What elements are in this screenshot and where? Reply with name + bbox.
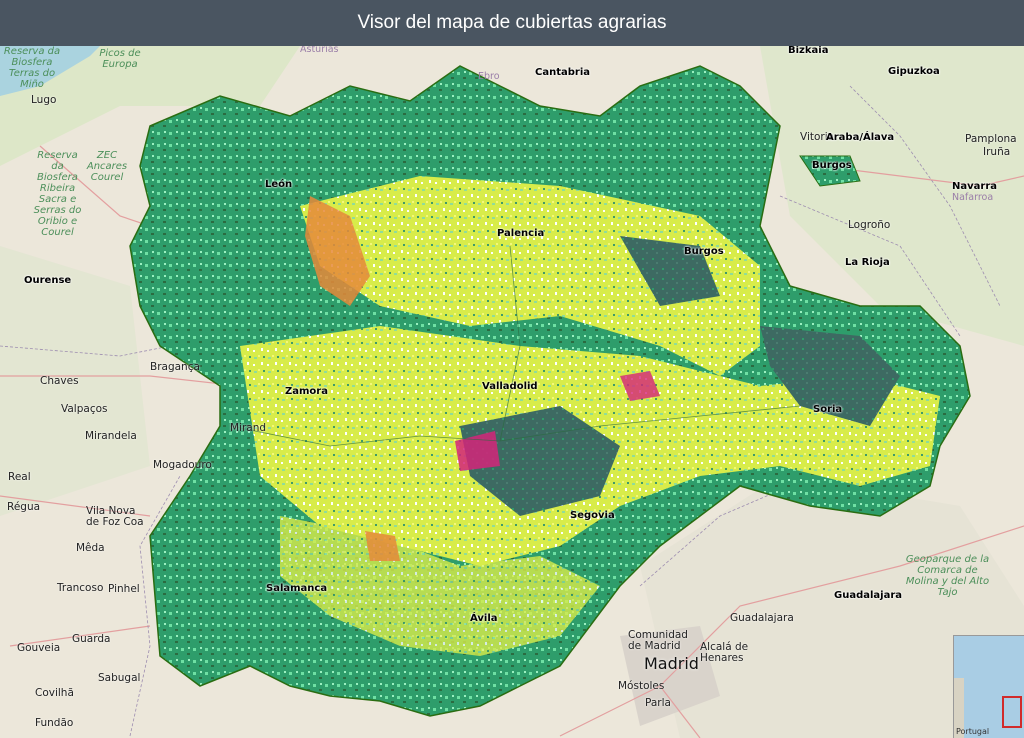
label-burgos: Burgos	[684, 246, 724, 257]
label-palencia: Palencia	[497, 228, 545, 239]
minimap-label-portugal: Portugal	[956, 727, 990, 736]
label-irunea: Iruña	[983, 146, 1011, 158]
label-gouveia: Gouveia	[17, 642, 61, 654]
map-canvas[interactable]: Reserva da Biosfera Terras do Miño Lugo …	[0, 46, 1024, 738]
label-real: Real	[8, 471, 31, 483]
label-zamora: Zamora	[285, 386, 328, 397]
label-ourense: Ourense	[24, 275, 72, 286]
label-cantabria: Cantabria	[535, 67, 590, 78]
label-soria: Soria	[813, 404, 843, 415]
label-salamanca: Salamanca	[266, 583, 328, 594]
label-segovia: Segovia	[570, 510, 615, 521]
app-title: Visor del mapa de cubiertas agrarias	[357, 12, 667, 33]
label-meda: Mêda	[76, 542, 105, 554]
label-avila: Ávila	[470, 613, 498, 624]
label-nafarroa: Nafarroa	[952, 192, 994, 203]
label-alcala: Alcalá de Henares	[700, 641, 749, 664]
label-madrid: Madrid	[644, 654, 699, 673]
label-mirandela: Mirandela	[85, 430, 137, 442]
label-parla: Parla	[645, 697, 671, 709]
label-navarra: Navarra	[952, 181, 997, 192]
label-braganca: Bragança	[150, 361, 200, 373]
app-header: Visor del mapa de cubiertas agrarias	[0, 0, 1024, 46]
label-bizkaia: Bizkaia	[788, 46, 829, 56]
label-pinhel: Pinhel	[108, 583, 140, 595]
label-zec: ZEC Ancares Courel	[86, 150, 128, 183]
label-covilha: Covilhã	[35, 687, 74, 699]
label-reserva-miño: Reserva da Biosfera Terras do Miño	[3, 46, 61, 90]
label-lugo: Lugo	[31, 94, 57, 106]
map-svg[interactable]	[0, 46, 1024, 738]
label-asturias: Asturias	[300, 46, 339, 55]
label-mogadouro: Mogadouro	[153, 459, 212, 471]
label-regua: Régua	[7, 501, 41, 513]
label-valpacos: Valpaços	[61, 403, 108, 415]
label-leon: León	[265, 179, 293, 190]
label-valladolid: Valladolid	[482, 381, 538, 392]
label-guarda: Guarda	[72, 633, 111, 645]
label-miranda: Mirand	[230, 422, 267, 434]
label-guadalajara: Guadalajara	[834, 590, 903, 601]
label-gipuzkoa: Gipuzkoa	[888, 66, 940, 77]
label-mostoles: Móstoles	[618, 680, 665, 692]
label-vila-nova: Vila Nova de Foz Coa	[86, 505, 144, 528]
minimap-extent-box[interactable]	[1002, 696, 1022, 728]
label-chaves: Chaves	[40, 375, 79, 387]
label-araba: Araba/Álava	[826, 132, 895, 143]
label-trancoso: Trancoso	[57, 582, 104, 594]
label-fundao: Fundão	[35, 717, 74, 729]
label-comunidad: Comunidad de Madrid	[628, 629, 688, 652]
label-guadalajara-city: Guadalajara	[730, 612, 794, 624]
label-la-rioja: La Rioja	[845, 257, 890, 268]
label-pamplona: Pamplona	[965, 133, 1017, 145]
label-logrono: Logroño	[848, 219, 891, 231]
label-geoparque: Geoparque de la Comarca de Molina y del …	[905, 554, 990, 598]
overview-minimap[interactable]: Portugal	[953, 635, 1024, 738]
label-picos: Picos de Europa	[99, 48, 141, 70]
label-burgos-n: Burgos	[812, 160, 852, 171]
label-sabugal: Sabugal	[98, 672, 141, 684]
label-ebro: Ebro	[478, 71, 500, 82]
label-reserva-ribeira: Reserva da Biosfera Ribeira Sacra e Serr…	[33, 150, 82, 238]
